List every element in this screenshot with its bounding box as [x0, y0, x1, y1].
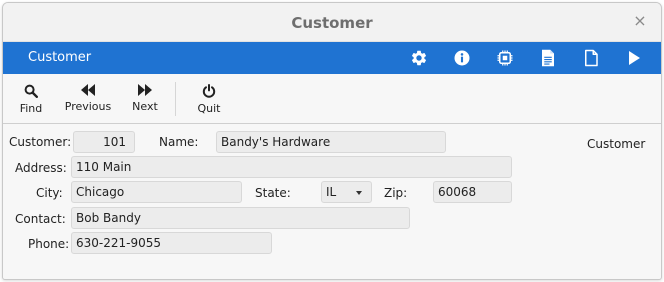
system-button[interactable]: [483, 42, 526, 74]
quit-button[interactable]: Quit: [191, 74, 227, 123]
contact-field[interactable]: Bob Bandy: [71, 207, 410, 229]
toolbar-separator: [175, 82, 176, 116]
previous-label: Previous: [64, 100, 112, 113]
name-label: Name:: [159, 135, 199, 149]
address-label: Address:: [15, 161, 67, 175]
app-header-bar: Customer: [3, 42, 661, 74]
close-icon[interactable]: ×: [631, 11, 649, 31]
chevron-down-icon: [356, 191, 362, 195]
settings-button[interactable]: [397, 42, 440, 74]
app-title: Customer: [28, 50, 92, 65]
state-label: State:: [255, 186, 291, 200]
run-button[interactable]: [612, 42, 655, 74]
zip-label: Zip:: [384, 186, 408, 200]
info-icon: [454, 50, 469, 66]
search-icon: [24, 84, 38, 98]
info-button[interactable]: [440, 42, 483, 74]
gear-icon: [411, 50, 426, 66]
title-bar[interactable]: Customer ×: [3, 3, 661, 42]
report-button[interactable]: [526, 42, 569, 74]
fast-forward-icon: [138, 84, 152, 96]
next-label: Next: [132, 100, 158, 113]
document-text-icon: [541, 49, 554, 67]
address-field[interactable]: 110 Main: [71, 156, 512, 178]
customer-label: Customer:: [9, 135, 72, 149]
play-icon: [628, 51, 640, 65]
chip-icon: [497, 50, 512, 66]
customer-window: Customer × Customer Find Previous Next Q…: [2, 2, 662, 280]
phone-label: Phone:: [28, 237, 70, 251]
phone-field[interactable]: 630-221-9055: [71, 232, 272, 254]
city-label: City:: [36, 186, 63, 200]
quit-label: Quit: [197, 102, 221, 115]
app-header-icons: [397, 42, 655, 74]
new-document-button[interactable]: [569, 42, 612, 74]
rewind-icon: [81, 84, 95, 96]
next-button[interactable]: Next: [127, 74, 163, 123]
name-field[interactable]: Bandy's Hardware: [216, 131, 446, 153]
city-field[interactable]: Chicago: [71, 181, 242, 203]
state-value: IL: [326, 185, 337, 199]
form-side-title: Customer: [587, 137, 646, 151]
contact-label: Contact:: [15, 212, 66, 226]
find-button[interactable]: Find: [13, 74, 49, 123]
find-label: Find: [19, 102, 43, 115]
power-icon: [202, 84, 216, 98]
customer-id-field[interactable]: 101: [73, 131, 135, 153]
document-blank-icon: [584, 49, 598, 67]
state-select[interactable]: IL: [321, 181, 372, 203]
window-title: Customer: [291, 14, 373, 32]
customer-form: Customer: 101 Name: Bandy's Hardware Cus…: [3, 124, 661, 279]
previous-button[interactable]: Previous: [63, 74, 113, 123]
toolbar: Find Previous Next Quit: [3, 74, 661, 124]
zip-field[interactable]: 60068: [433, 181, 512, 203]
